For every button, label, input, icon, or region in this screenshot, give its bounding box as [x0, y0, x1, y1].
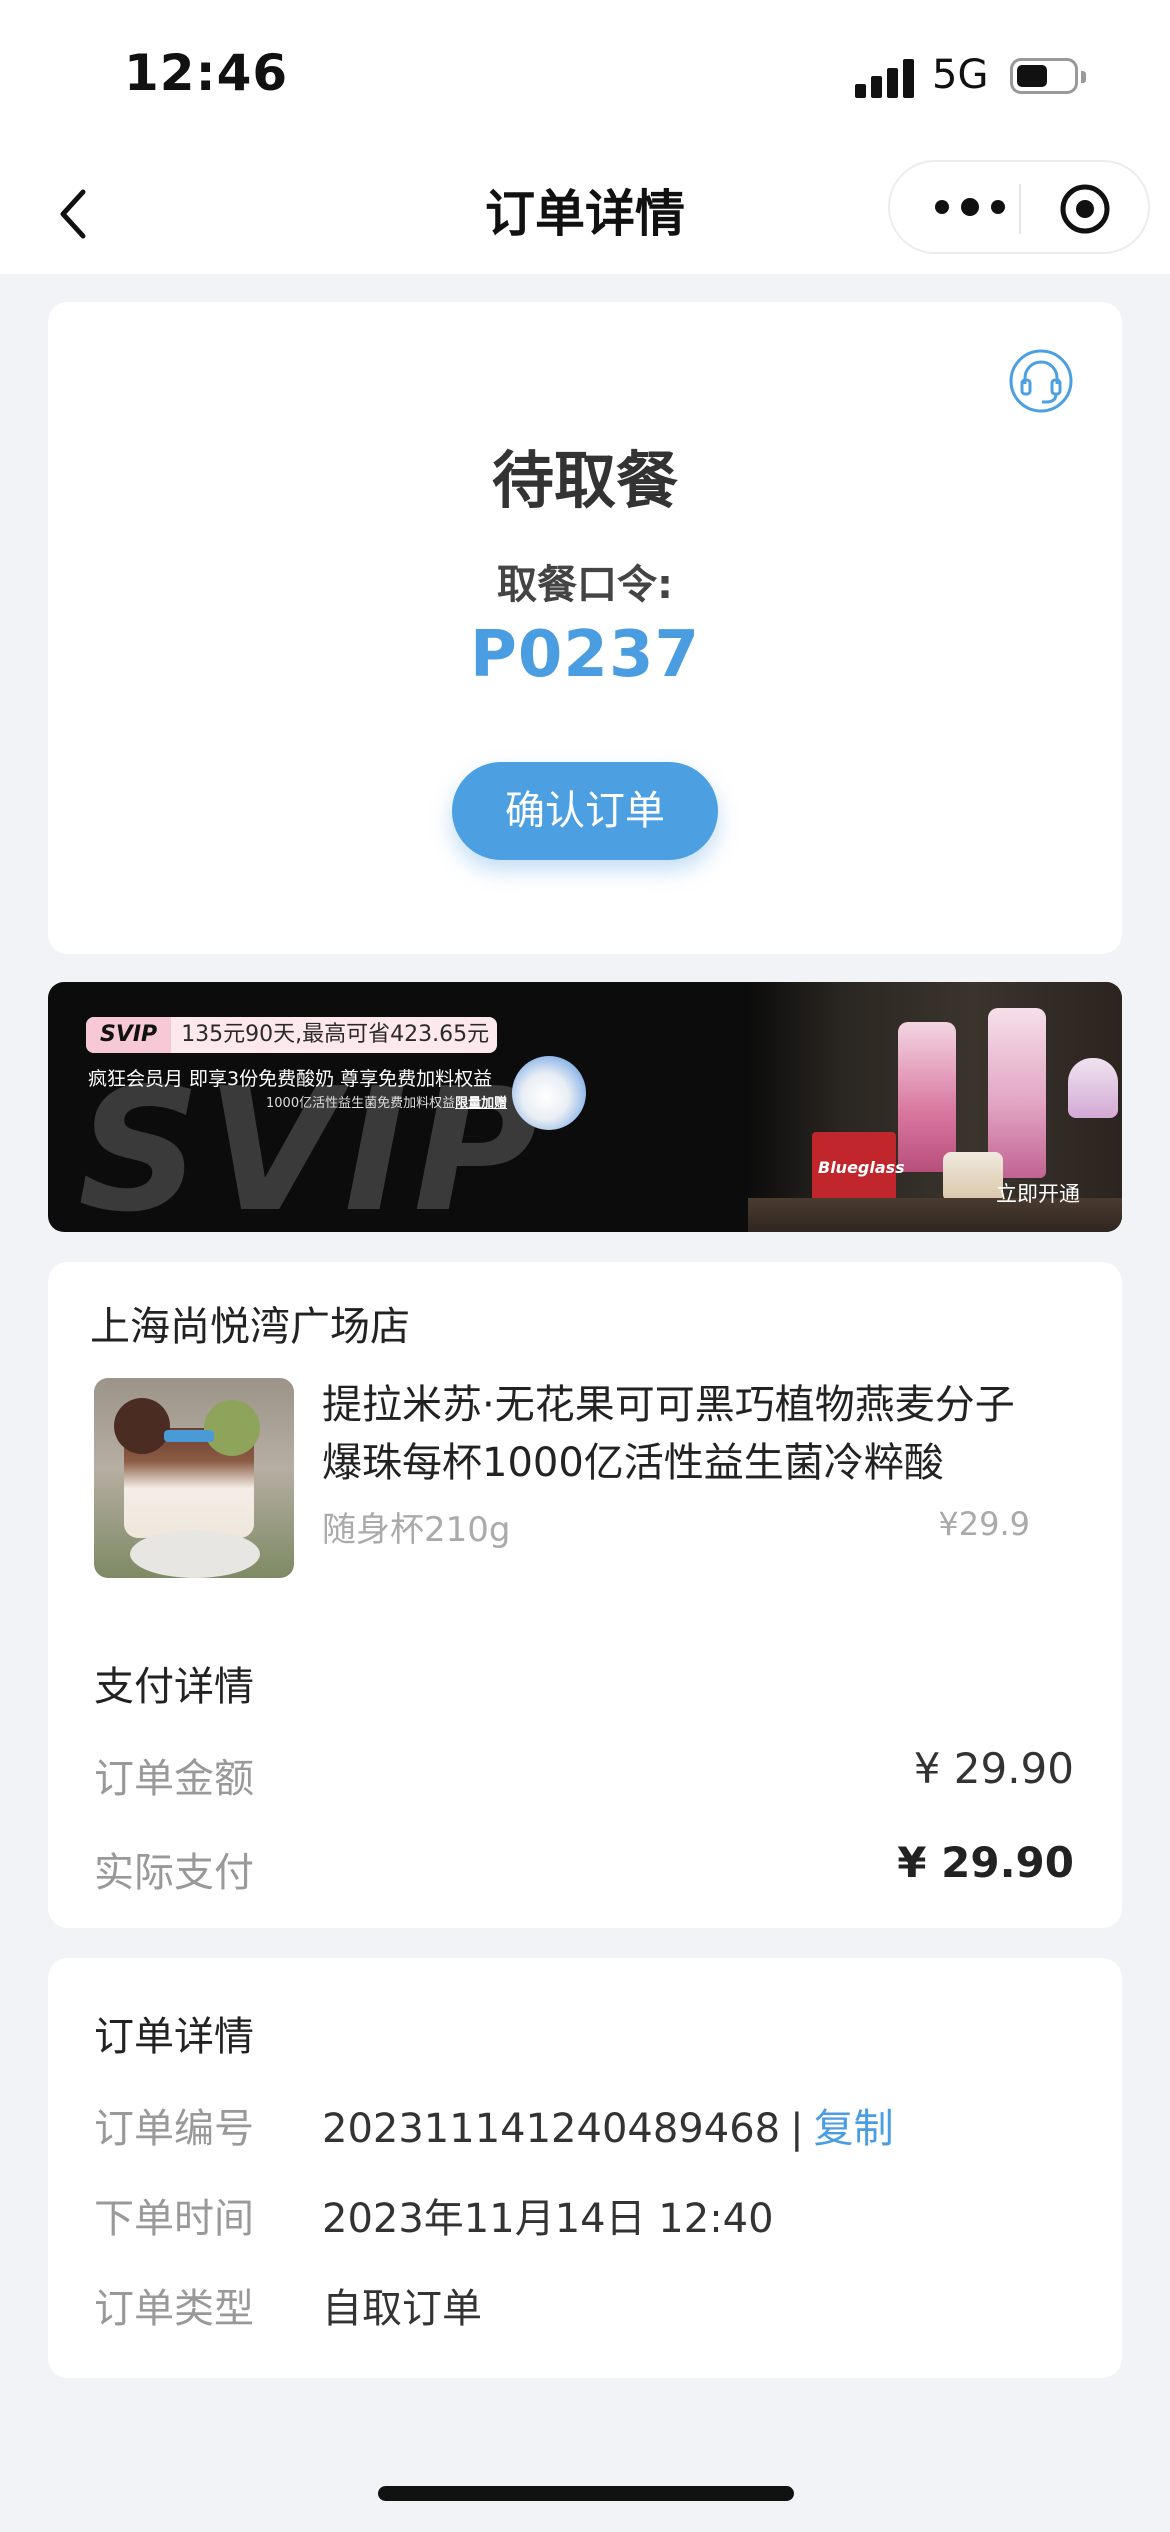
- battery-icon: [1010, 58, 1086, 94]
- details-section-title: 订单详情: [94, 2014, 254, 2060]
- status-bar: 12:46 5G: [0, 0, 1170, 150]
- banner-line2-emph: 限量加赠: [455, 1096, 508, 1111]
- order-amount-value: ¥ 29.90: [913, 1744, 1074, 1793]
- actual-payment-label: 实际支付: [94, 1850, 254, 1896]
- mini-program-capsule: [888, 160, 1150, 254]
- order-type-label: 订单类型: [94, 2286, 254, 2332]
- probiotic-powder-image: [512, 1056, 586, 1130]
- actual-payment-value: ¥ 29.90: [897, 1838, 1074, 1887]
- capsule-divider: [1019, 184, 1021, 234]
- target-icon[interactable]: [1058, 182, 1112, 236]
- payment-section-title: 支付详情: [94, 1664, 254, 1710]
- banner-cta[interactable]: 立即开通: [996, 1178, 1080, 1208]
- nav-bar: 订单详情: [0, 150, 1170, 274]
- separator: |: [790, 2106, 804, 2152]
- order-items-card: 上海尚悦湾广场店 提拉米苏·无花果可可黑巧植物燕麦分子爆珠每杯1000亿活性益生…: [48, 1262, 1122, 1928]
- product-price: ¥29.9: [938, 1505, 1030, 1543]
- svip-chip: SVIP: [86, 1017, 172, 1053]
- order-status-title: 待取餐: [491, 444, 678, 517]
- brand-box-label: Blueglass: [818, 1158, 905, 1177]
- headset-icon[interactable]: [1008, 348, 1074, 414]
- network-type: 5G: [932, 52, 989, 98]
- svip-banner[interactable]: SVIP SVIP 135元90天,最高可省423.65元 疯狂会员月 即享3份免…: [48, 982, 1122, 1232]
- more-icon[interactable]: [930, 192, 1010, 222]
- order-number-row: 202311141240489468 | 复制: [322, 2096, 894, 2154]
- banner-tag-text: 135元90天,最高可省423.65元: [181, 1022, 490, 1047]
- banner-tag: SVIP 135元90天,最高可省423.65元: [86, 1017, 498, 1053]
- order-time-label: 下单时间: [94, 2196, 254, 2242]
- pickup-code: P0237: [469, 618, 701, 692]
- order-type-value: 自取订单: [322, 2286, 482, 2332]
- product-image: [94, 1378, 294, 1578]
- banner-line2: 1000亿活性益生菌免费加料权益限量加赠: [266, 1096, 508, 1111]
- order-status-card: 待取餐 取餐口令: P0237 确认订单: [48, 302, 1122, 954]
- product-name: 提拉米苏·无花果可可黑巧植物燕麦分子爆珠每杯1000亿活性益生菌冷粹酸: [322, 1382, 1015, 1486]
- pickup-code-label: 取餐口令:: [497, 562, 673, 608]
- order-time-value: 2023年11月14日 12:40: [322, 2196, 774, 2242]
- order-number-value: 202311141240489468: [322, 2106, 781, 2152]
- order-number-label: 订单编号: [94, 2106, 254, 2152]
- confirm-order-button[interactable]: 确认订单: [452, 762, 718, 860]
- banner-line1: 疯狂会员月 即享3份免费酸奶 尊享免费加料权益: [88, 1068, 493, 1090]
- copy-link[interactable]: 复制: [814, 2106, 894, 2152]
- product-spec: 随身杯210g: [322, 1510, 511, 1550]
- status-time: 12:46: [124, 44, 289, 102]
- store-name: 上海尚悦湾广场店: [90, 1304, 410, 1350]
- order-details-card: 订单详情 订单编号 202311141240489468 | 复制 下单时间 202…: [48, 1958, 1122, 2378]
- order-amount-label: 订单金额: [94, 1756, 254, 1802]
- home-indicator: [378, 2486, 794, 2501]
- signal-icon: [855, 58, 917, 98]
